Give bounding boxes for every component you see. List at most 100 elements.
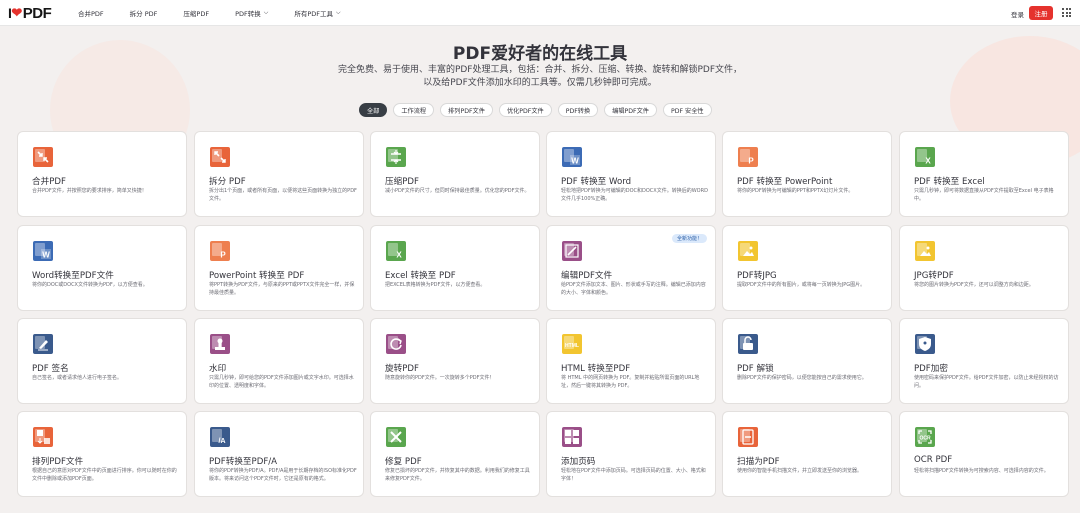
tool-card-title: OCR PDF [914, 455, 953, 465]
svg-text:P: P [748, 157, 754, 166]
tool-card[interactable]: 修复 PDF 修复已损坏的PDF文件，并恢复其中的数据。利用我们的修复工具来修复P… [370, 411, 540, 497]
tool-card[interactable]: 压缩PDF 减小PDF文件的尺寸，但同时保持最佳质量。优化您的PDF文件。 [370, 131, 540, 217]
filter-tab[interactable]: PDF 安全性 [663, 103, 712, 117]
tool-card[interactable]: 编辑PDF文件 给PDF文件添加文本、图片、形状或手写的注释。编辑已添加内容的大小… [546, 225, 716, 311]
tool-card-description: 将你的PDF转换为PDF/A。PDF/A是用于长期存档的ISO标准化PDF版本。… [209, 468, 357, 482]
tool-card[interactable]: W PDF 转换至 Word 轻松地把PDF转换为可编辑的DOC和DOCX文件。转换… [546, 131, 716, 217]
tool-card-title: PDF转JPG [737, 271, 777, 281]
tool-card-title: PDF 转换至 Excel [914, 177, 985, 187]
tool-card-title: Excel 转换至 PDF [385, 271, 456, 281]
tool-card[interactable]: X PDF 转换至 Excel 只需几秒钟，即可将数据直接从PDF文件提取至Exce… [899, 131, 1069, 217]
filter-tabs: 全部 工作流程 排列PDF文件 优化PDF文件 PDF转换 编辑PDF文件 PDF 安全性 [359, 103, 718, 117]
tool-card-description: 自己签名，或者请求他人进行电子签名。 [32, 375, 123, 381]
tool-card-title: 扫描为PDF [737, 457, 780, 467]
tool-card[interactable]: 合并PDF 合并PDF文件，并按照您的要求排序，简单又快捷！ [17, 131, 187, 217]
tool-card-title: PDF 转换至 PowerPoint [737, 177, 833, 187]
filter-tab[interactable]: 优化PDF文件 [498, 103, 552, 117]
svg-text:X: X [396, 251, 402, 260]
top-navbar: I ❤ PDF 合并PDF 拆分 PDF 压缩PDF PDF转换 ⌵ 所有PDF工具 ⌵ 登录 … [0, 0, 1080, 26]
filter-tab[interactable]: PDF转换 [557, 103, 599, 117]
svg-text:/A: /A [219, 438, 226, 445]
nav-item[interactable]: 所有PDF工具 ⌵ [294, 8, 340, 18]
ocr-icon: OCR [914, 426, 936, 448]
tool-card[interactable]: PDF转JPG 提取PDF文件中的所有图片，或将每一页转换为JPG图片。 [722, 225, 892, 311]
svg-text:OCR: OCR [919, 436, 931, 442]
tool-card-description: 修复已损坏的PDF文件，并恢复其中的数据。利用我们的修复工具来修复PDF文件。 [385, 468, 530, 482]
login-link[interactable]: 登录 [1011, 9, 1024, 19]
tool-card-title: 排列PDF文件 [32, 457, 84, 467]
tool-card[interactable]: P PDF 转换至 PowerPoint 将你的PDF转换为可编辑的PPT和PPTX… [722, 131, 892, 217]
nav-item[interactable]: PDF转换 ⌵ [235, 8, 268, 18]
nav-item[interactable]: 拆分 PDF [130, 8, 158, 18]
jpg-to-pdf-icon [914, 240, 936, 262]
filter-tab[interactable]: 全部 [359, 103, 388, 117]
tool-card[interactable]: P PowerPoint 转换至 PDF 将PPT转换为PDF文件，与原来的PPT或… [194, 225, 364, 311]
tool-card-title: 合并PDF [32, 177, 66, 187]
tool-card-description: 使用密码来保护PDF文件。给PDF文件加密，以防止未经授权的访问。 [914, 375, 1059, 389]
tool-card[interactable]: X Excel 转换至 PDF 把EXCEL表格转换为PDF文件，以方便查看。 [370, 225, 540, 311]
tool-card-title: PDF转换至PDF/A [209, 457, 278, 467]
tool-card-description: 轻松地在PDF文件中添加页码。可选择页码的位置、大小、格式和字体！ [561, 468, 706, 482]
tool-card[interactable]: /A PDF转换至PDF/A 将你的PDF转换为PDF/A。PDF/A是用于长期存档… [194, 411, 364, 497]
pdf-to-jpg-icon [737, 240, 759, 262]
tool-card-title: 压缩PDF [385, 177, 419, 187]
tool-card[interactable]: 扫描为PDF 使用你的智能手机扫描文件，并立即发送至你的浏览器。 [722, 411, 892, 497]
filter-tab[interactable]: 排列PDF文件 [440, 103, 493, 117]
tool-card-title: 添加页码 [561, 457, 596, 467]
tool-card-description: 合并PDF文件，并按照您的要求排序，简单又快捷！ [32, 188, 147, 194]
tool-card[interactable]: 排列PDF文件 根据自己的意愿对PDF文件中的页面进行排序。你可以随时在你的文件中… [17, 411, 187, 497]
tool-card-description: 只需几秒钟，即可给您的PDF文件添加图片或文字水印。可选择水印的位置、透明度和字… [209, 375, 354, 389]
tool-card-description: 将您的图片转换为PDF文件，还可以调整方向和边距。 [914, 282, 1034, 288]
tool-card-description: 把EXCEL表格转换为PDF文件，以方便查看。 [385, 282, 486, 288]
tool-card-title: PowerPoint 转换至 PDF [209, 271, 305, 281]
nav-item-label: 所有PDF工具 [294, 10, 333, 18]
nav-item[interactable]: 压缩PDF [183, 8, 209, 18]
nav-item[interactable]: 合并PDF [78, 8, 104, 18]
tool-card-description: 将你的PDF转换为可编辑的PPT和PPTX幻灯片文件。 [737, 188, 854, 194]
tool-card[interactable]: 旋转PDF 随意旋转你的PDF文件。一次旋转多个PDF文件！ [370, 318, 540, 404]
filter-tab[interactable]: 工作流程 [393, 103, 435, 117]
tool-card-description: 轻松将扫描PDF文件转换为可搜索内容、可选择内容的文件。 [914, 468, 1049, 474]
powerpoint-icon: P [737, 146, 759, 168]
tool-card[interactable]: PDF加密 使用密码来保护PDF文件。给PDF文件加密，以防止未经授权的访问。 [899, 318, 1069, 404]
excel-to-pdf-icon: X [385, 240, 407, 262]
word-icon: W [561, 146, 583, 168]
tool-card[interactable]: PDF 解锁 删除PDF文件的保护密码，以便您能按自己的需求使用它。 [722, 318, 892, 404]
tool-card[interactable]: PDF 签名 自己签名，或者请求他人进行电子签名。 [17, 318, 187, 404]
signup-button[interactable]: 注册 [1029, 6, 1053, 20]
svg-text:W: W [571, 157, 579, 166]
nav-item-label: PDF转换 [235, 10, 261, 18]
split-icon [209, 146, 231, 168]
word-to-pdf-icon: W [32, 240, 54, 262]
organize-icon [32, 426, 54, 448]
tool-card[interactable]: OCR OCR PDF 轻松将扫描PDF文件转换为可搜索内容、可选择内容的文件。 [899, 411, 1069, 497]
heart-icon: ❤ [11, 5, 22, 20]
tool-card[interactable]: 拆分 PDF 拆分出1个页面，或者所有页面，以便将这些页面转换为独立的PDF文件。 [194, 131, 364, 217]
page-numbers-icon [561, 426, 583, 448]
html-icon: HTML [561, 333, 583, 355]
svg-text:P: P [220, 251, 226, 260]
edit-icon [561, 240, 583, 262]
tool-card[interactable]: JPG转PDF 将您的图片转换为PDF文件，还可以调整方向和边距。 [899, 225, 1069, 311]
filter-tab[interactable]: 编辑PDF文件 [604, 103, 657, 117]
pdfa-icon: /A [209, 426, 231, 448]
nav-item-label: 合并PDF [78, 10, 104, 18]
tool-card-description: 使用你的智能手机扫描文件，并立即发送至你的浏览器。 [737, 468, 863, 474]
protect-icon [914, 333, 936, 355]
tool-card-title: PDF 转换至 Word [561, 177, 632, 187]
tool-card[interactable]: 添加页码 轻松地在PDF文件中添加页码。可选择页码的位置、大小、格式和字体！ [546, 411, 716, 497]
apps-grid-icon[interactable] [1062, 8, 1071, 17]
tool-card-description: 将 HTML 中的网页转换为 PDF。复制并粘贴所需页面的URL地址，然后一键将… [561, 375, 700, 389]
tool-card-description: 给PDF文件添加文本、图片、形状或手写的注释。编辑已添加内容的大小、字体和颜色。 [561, 282, 706, 296]
tool-card-title: 编辑PDF文件 [561, 271, 613, 281]
tool-card-description: 提取PDF文件中的所有图片，或将每一页转换为JPG图片。 [737, 282, 866, 288]
svg-text:HTML: HTML [565, 343, 579, 349]
tool-card-title: PDF 签名 [32, 364, 69, 374]
tool-card[interactable]: W Word转换至PDF文件 将你的DOC或DOCX文件转换为PDF，以方便查看。 [17, 225, 187, 311]
tool-card[interactable]: 水印 只需几秒钟，即可给您的PDF文件添加图片或文字水印。可选择水印的位置、透明度… [194, 318, 364, 404]
chevron-down-icon: ⌵ [335, 9, 341, 16]
tool-card-description: 轻松地把PDF转换为可编辑的DOC和DOCX文件。转换后的WORD文件几乎100… [561, 188, 708, 202]
scan-icon [737, 426, 759, 448]
tool-card[interactable]: HTML HTML 转换至PDF 将 HTML 中的网页转换为 PDF。复制并粘贴所… [546, 318, 716, 404]
ilovepdf-logo[interactable]: I ❤ PDF [8, 5, 52, 22]
